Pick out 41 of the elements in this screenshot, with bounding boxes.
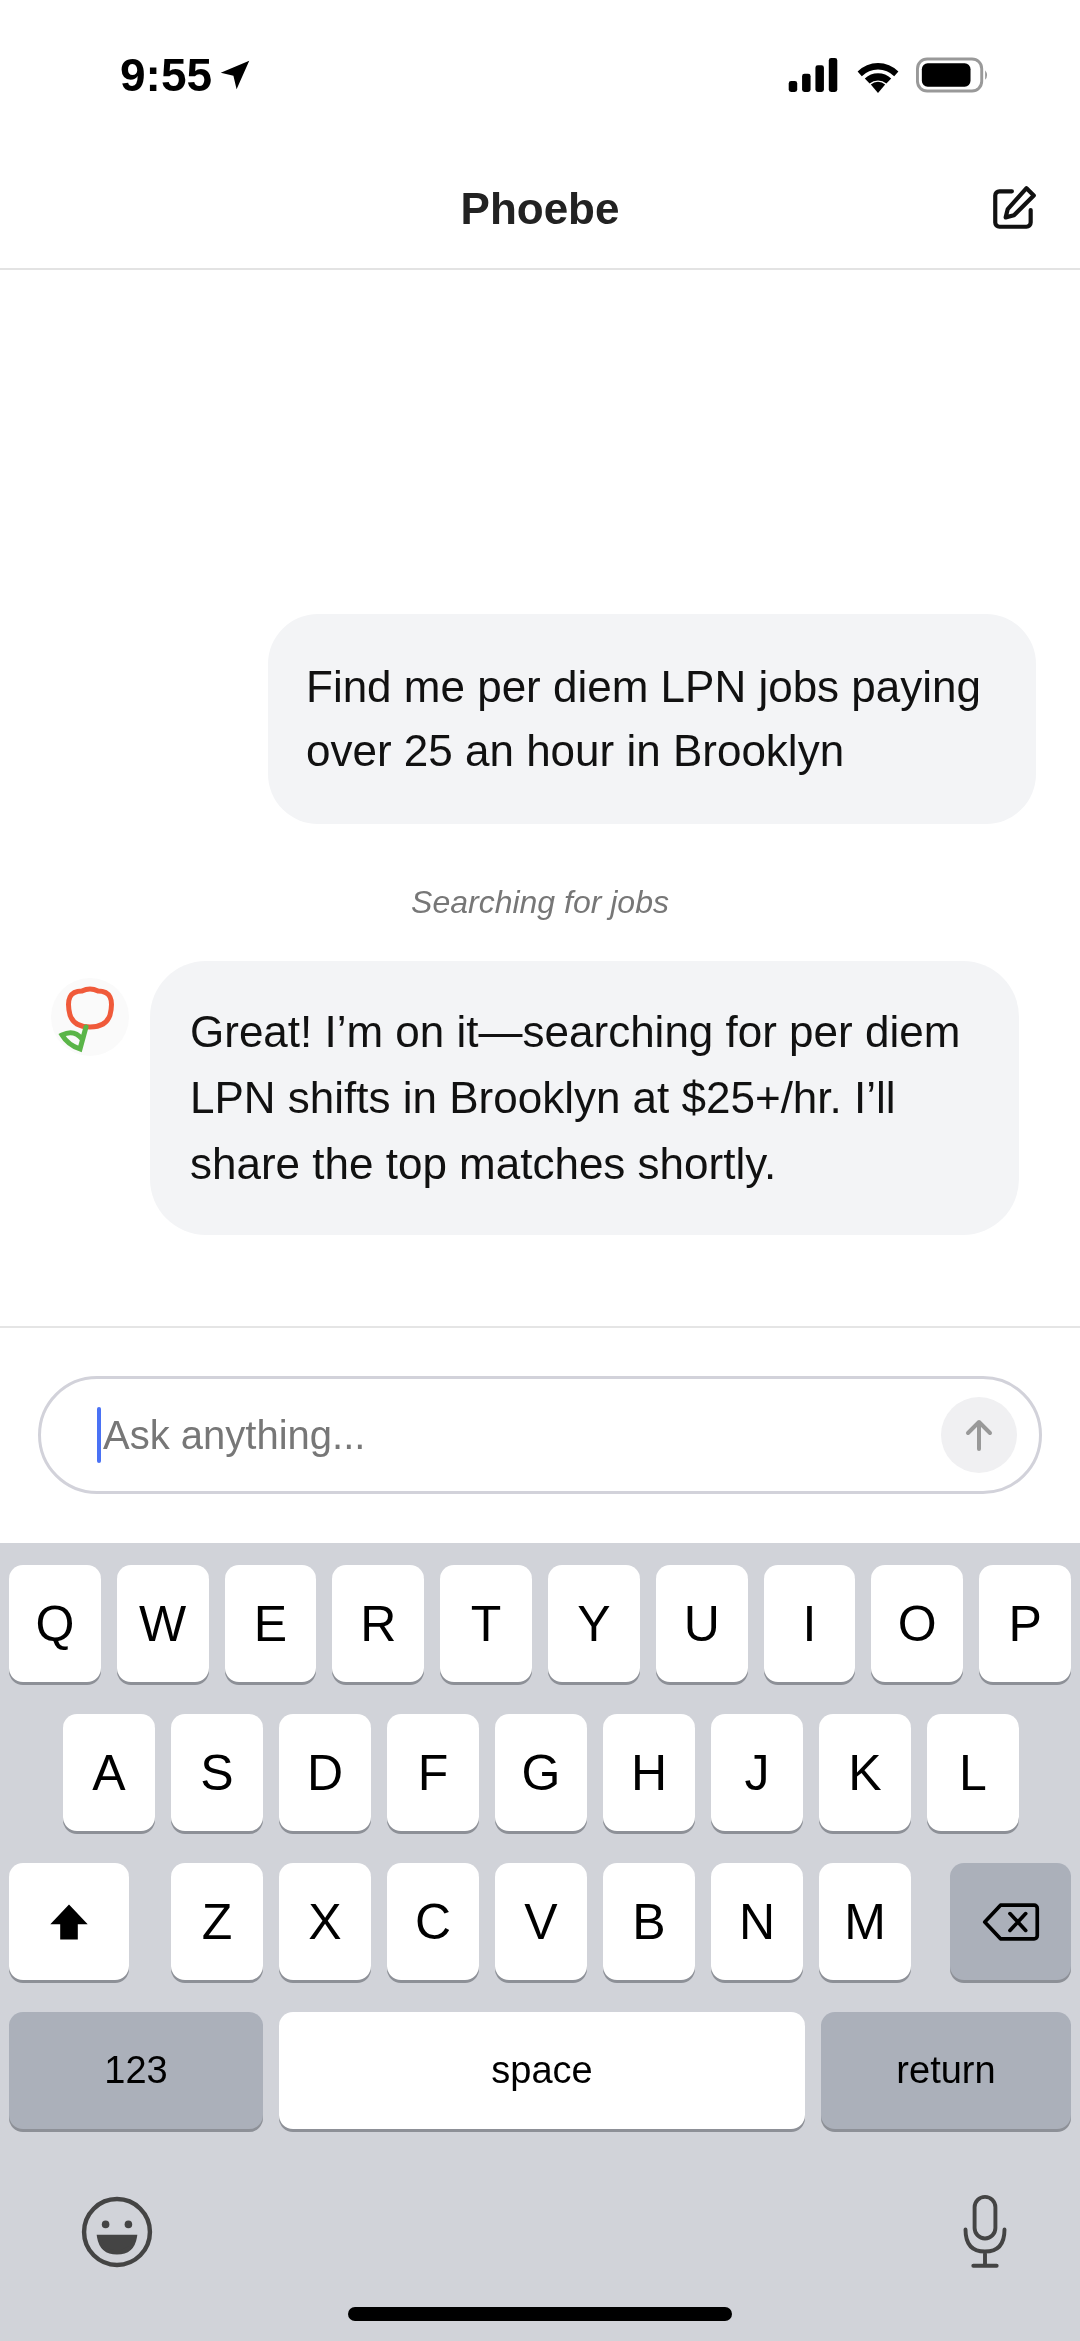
user-message: Find me per diem LPN jobs paying over 25 an hour in Brooklyn bbox=[268, 614, 1036, 824]
keyboard-key[interactable]: O bbox=[871, 1565, 964, 1682]
signal-icon bbox=[786, 58, 840, 92]
backspace-key[interactable] bbox=[950, 1863, 1071, 1980]
keyboard-key[interactable]: H bbox=[603, 1714, 695, 1831]
keyboard-key[interactable]: E bbox=[224, 1565, 317, 1682]
numbers-key[interactable]: 123 bbox=[9, 2012, 263, 2129]
keyboard-key[interactable]: K bbox=[819, 1714, 911, 1831]
keyboard-key[interactable]: F bbox=[387, 1714, 479, 1831]
keyboard-key[interactable]: X bbox=[279, 1863, 371, 1980]
status-text: Searching for jobs bbox=[410, 884, 670, 921]
keyboard-key[interactable]: M bbox=[819, 1863, 911, 1980]
keyboard-key[interactable]: V bbox=[495, 1863, 587, 1980]
keyboard-key[interactable]: N bbox=[711, 1863, 803, 1980]
message-field[interactable]: Ask anything... bbox=[38, 1376, 1042, 1494]
keyboard-key[interactable]: S bbox=[171, 1714, 263, 1831]
keyboard-key[interactable]: A bbox=[63, 1714, 155, 1831]
shift-key[interactable] bbox=[9, 1863, 129, 1980]
keyboard-key[interactable]: B bbox=[603, 1863, 695, 1980]
keyboard-key[interactable]: G bbox=[495, 1714, 587, 1831]
keyboard-key[interactable]: T bbox=[440, 1565, 532, 1682]
chat-title: Phoebe bbox=[460, 184, 620, 234]
keyboard-key[interactable]: Z bbox=[171, 1863, 263, 1980]
keyboard-key[interactable]: J bbox=[711, 1714, 803, 1831]
keyboard-key[interactable]: C bbox=[387, 1863, 479, 1980]
message-input[interactable]: Ask anything... bbox=[101, 1412, 941, 1458]
keyboard-key[interactable]: U bbox=[655, 1565, 748, 1682]
status-time: 9:55 bbox=[120, 48, 213, 102]
keyboard-key[interactable]: Y bbox=[548, 1565, 640, 1682]
return-key[interactable]: return bbox=[821, 2012, 1071, 2129]
space-key[interactable]: space bbox=[279, 2012, 805, 2129]
assistant-message: Great! I’m on it—searching for per diem LPN shifts in Brooklyn at $25+/hr. I’ll share the top matches shortly. bbox=[150, 961, 1019, 1235]
keyboard-key[interactable]: I bbox=[763, 1565, 856, 1682]
keyboard-key[interactable]: W bbox=[116, 1565, 209, 1682]
keyboard-key[interactable]: R bbox=[332, 1565, 425, 1682]
battery-icon bbox=[916, 57, 990, 93]
keyboard-key[interactable]: Q bbox=[9, 1565, 101, 1682]
keyboard-key[interactable]: D bbox=[279, 1714, 371, 1831]
keyboard-key[interactable]: L bbox=[927, 1714, 1019, 1831]
backspace-icon bbox=[980, 1900, 1041, 1943]
keyboard-key[interactable]: P bbox=[979, 1565, 1071, 1682]
